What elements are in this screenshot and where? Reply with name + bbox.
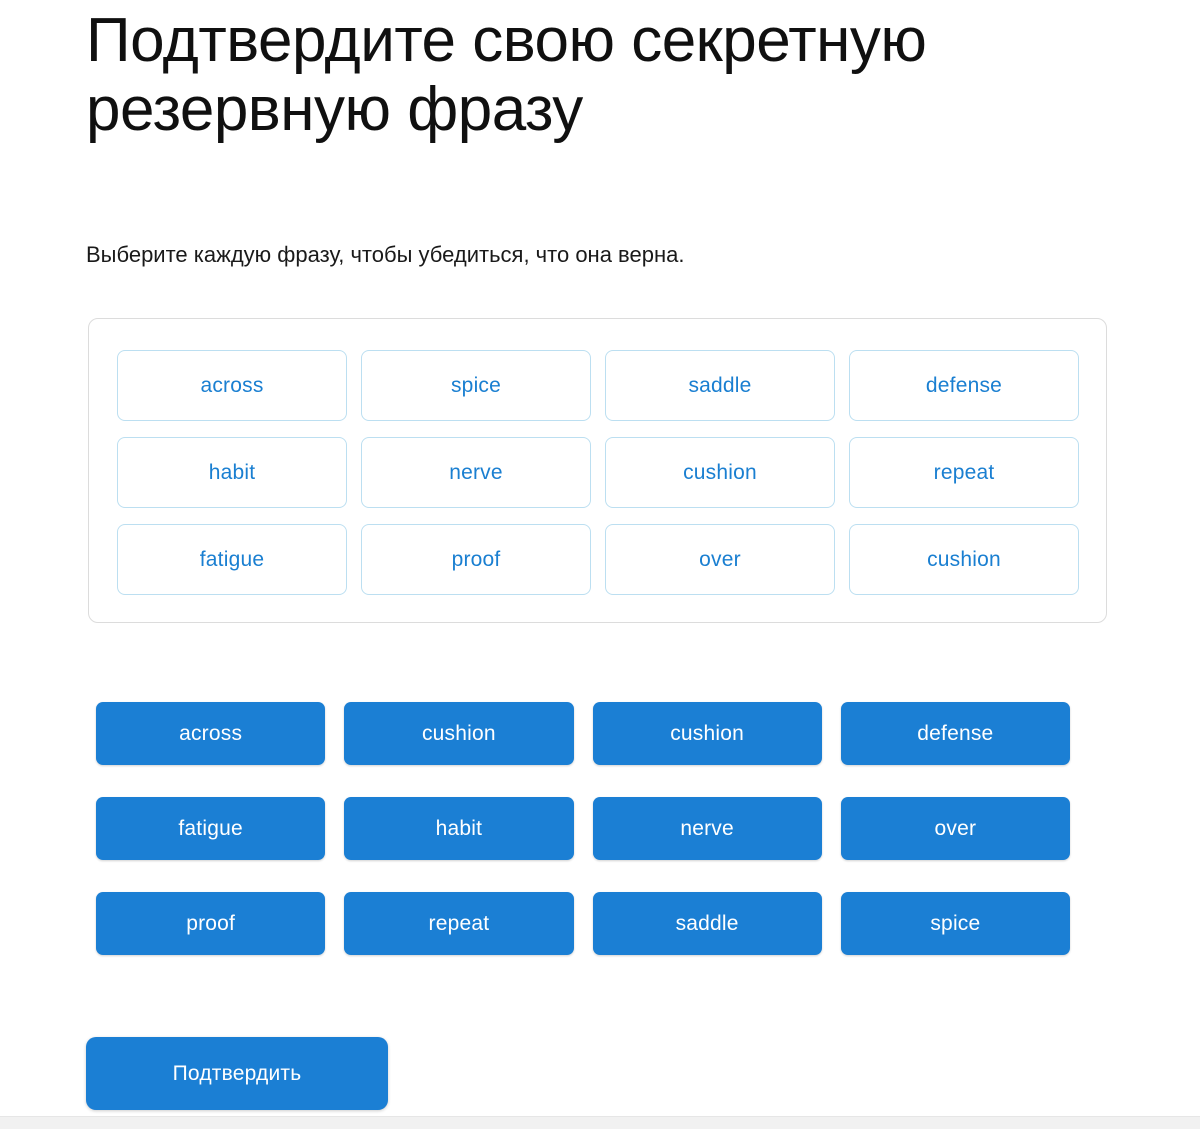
secret-recovery-phrase-confirm-page: Подтвердите свою секретную резервную фра… xyxy=(0,0,1200,1129)
phrase-chip-label: over xyxy=(699,548,741,572)
word-bank-button[interactable]: defense xyxy=(841,702,1070,765)
phrase-chip[interactable]: cushion xyxy=(849,524,1079,595)
word-bank-button-label: repeat xyxy=(429,912,490,936)
word-bank-button[interactable]: habit xyxy=(344,797,573,860)
phrase-chip-grid: across spice saddle defense habit nerve … xyxy=(117,350,1079,595)
word-bank-button[interactable]: cushion xyxy=(344,702,573,765)
word-bank-button[interactable]: nerve xyxy=(593,797,822,860)
word-bank-button-label: proof xyxy=(186,912,235,936)
page-title: Подтвердите свою секретную резервную фра… xyxy=(86,6,1156,145)
word-bank-grid: across cushion cushion defense fatigue h… xyxy=(96,702,1070,955)
word-bank-button-label: fatigue xyxy=(178,817,242,841)
phrase-chip[interactable]: spice xyxy=(361,350,591,421)
phrase-panel: across spice saddle defense habit nerve … xyxy=(88,318,1107,623)
phrase-chip-label: spice xyxy=(451,374,501,398)
phrase-chip[interactable]: fatigue xyxy=(117,524,347,595)
phrase-chip-label: cushion xyxy=(927,548,1001,572)
word-bank-button-label: spice xyxy=(930,912,980,936)
phrase-chip-label: nerve xyxy=(449,461,503,485)
phrase-chip[interactable]: across xyxy=(117,350,347,421)
word-bank-button-label: habit xyxy=(436,817,483,841)
word-bank-button-label: saddle xyxy=(676,912,739,936)
phrase-chip[interactable]: nerve xyxy=(361,437,591,508)
word-bank-button[interactable]: spice xyxy=(841,892,1070,955)
phrase-chip[interactable]: saddle xyxy=(605,350,835,421)
phrase-chip[interactable]: cushion xyxy=(605,437,835,508)
phrase-chip-label: habit xyxy=(209,461,256,485)
word-bank-button-label: defense xyxy=(917,722,993,746)
word-bank-button[interactable]: fatigue xyxy=(96,797,325,860)
phrase-chip[interactable]: defense xyxy=(849,350,1079,421)
word-bank-button-label: cushion xyxy=(422,722,496,746)
phrase-chip-label: cushion xyxy=(683,461,757,485)
phrase-chip[interactable]: repeat xyxy=(849,437,1079,508)
word-bank-button[interactable]: over xyxy=(841,797,1070,860)
word-bank-button[interactable]: cushion xyxy=(593,702,822,765)
phrase-chip[interactable]: habit xyxy=(117,437,347,508)
word-bank-button[interactable]: saddle xyxy=(593,892,822,955)
page-bottom-band xyxy=(0,1116,1200,1129)
word-bank-button[interactable]: repeat xyxy=(344,892,573,955)
word-bank-button[interactable]: proof xyxy=(96,892,325,955)
word-bank-button-label: nerve xyxy=(680,817,734,841)
phrase-chip[interactable]: proof xyxy=(361,524,591,595)
phrase-chip-label: proof xyxy=(452,548,501,572)
word-bank-button-label: over xyxy=(935,817,977,841)
confirm-button-label: Подтвердить xyxy=(173,1062,302,1086)
word-bank-button[interactable]: across xyxy=(96,702,325,765)
phrase-chip-label: repeat xyxy=(934,461,995,485)
word-bank-button-label: across xyxy=(179,722,242,746)
word-bank-button-label: cushion xyxy=(670,722,744,746)
phrase-chip-label: defense xyxy=(926,374,1002,398)
page-subtitle: Выберите каждую фразу, чтобы убедиться, … xyxy=(86,240,1106,270)
phrase-chip-label: across xyxy=(200,374,263,398)
phrase-chip-label: fatigue xyxy=(200,548,264,572)
phrase-chip-label: saddle xyxy=(688,374,751,398)
confirm-button[interactable]: Подтвердить xyxy=(86,1037,388,1110)
phrase-chip[interactable]: over xyxy=(605,524,835,595)
